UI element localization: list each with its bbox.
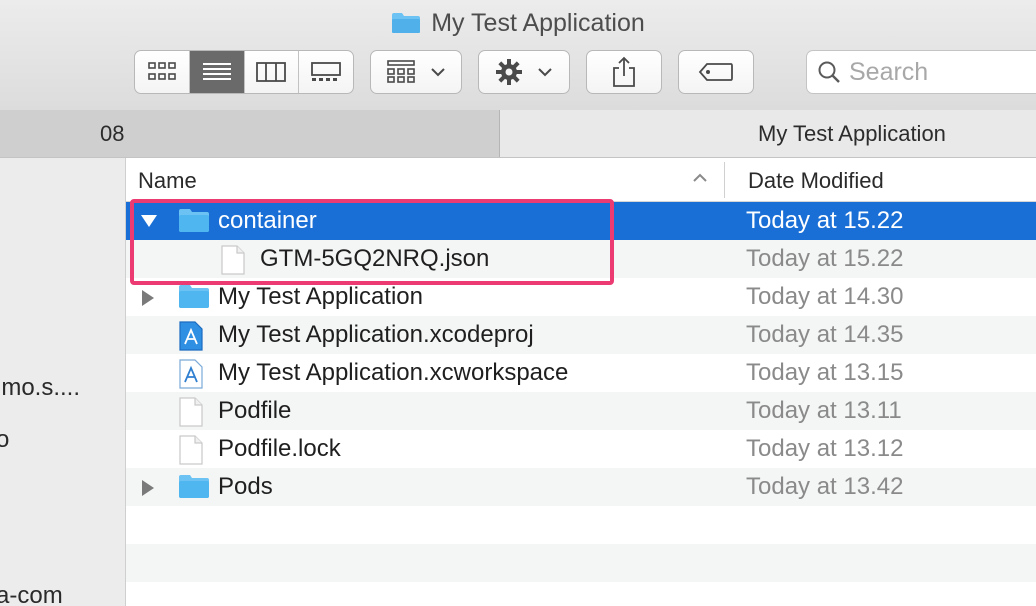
file-name: GTM-5GQ2NRQ.json — [260, 245, 490, 272]
xcode-project-icon — [178, 321, 204, 356]
list-view-button[interactable] — [189, 51, 245, 93]
sidebar: imo.s.... o a-com — [0, 158, 126, 606]
document-icon — [178, 435, 204, 470]
file-date-modified: Today at 15.22 — [746, 207, 904, 234]
file-date-modified: Today at 15.22 — [746, 245, 904, 272]
list-view-icon — [202, 63, 231, 80]
tag-button[interactable] — [678, 50, 754, 94]
file-date-modified: Today at 13.12 — [746, 435, 904, 462]
finder-toolbar: My Test Application — [0, 0, 1036, 111]
search-field[interactable] — [806, 50, 1036, 94]
file-row[interactable]: Pods Today at 13.42 — [126, 468, 1036, 506]
xcode-workspace-icon — [178, 359, 204, 394]
document-icon — [178, 397, 204, 432]
tab-08[interactable]: 08 — [0, 110, 500, 157]
tag-icon — [698, 63, 733, 81]
action-menu-button[interactable] — [478, 50, 570, 94]
sort-ascending-icon[interactable] — [692, 172, 708, 184]
chevron-down-icon — [431, 68, 445, 77]
file-name: Pods — [218, 473, 273, 500]
view-mode-control — [134, 50, 354, 94]
disclosure-collapsed-icon[interactable] — [140, 479, 156, 502]
chevron-down-icon — [538, 68, 552, 77]
share-icon — [613, 56, 635, 87]
folder-icon — [178, 207, 210, 238]
file-list: Name Date Modified container Today at 15.… — [126, 158, 1036, 606]
folder-icon — [392, 13, 421, 33]
window-title-bar: My Test Application — [0, 8, 1036, 38]
file-row[interactable]: Podfile.lock Today at 13.12 — [126, 430, 1036, 468]
tab-bar: 08 My Test Application — [0, 110, 1036, 158]
file-row[interactable]: GTM-5GQ2NRQ.json Today at 15.22 — [126, 240, 1036, 278]
sidebar-item[interactable]: o — [0, 426, 9, 454]
file-name: My Test Application — [218, 283, 423, 310]
file-date-modified: Today at 13.11 — [746, 397, 902, 424]
window-title: My Test Application — [431, 8, 645, 37]
icon-view-icon — [148, 62, 176, 80]
empty-row — [126, 506, 1036, 544]
empty-row — [126, 582, 1036, 606]
folder-icon — [178, 283, 210, 314]
sidebar-item[interactable]: a-com — [0, 582, 63, 606]
file-row[interactable]: My Test Application.xcworkspace Today at … — [126, 354, 1036, 392]
folder-icon — [178, 473, 210, 504]
tab-my-test-application[interactable]: My Test Application — [500, 110, 1036, 157]
icon-view-button[interactable] — [135, 51, 190, 93]
gallery-view-icon — [311, 62, 342, 81]
search-icon — [818, 61, 840, 83]
column-view-button[interactable] — [245, 51, 300, 93]
name-column-header[interactable]: Name — [138, 168, 197, 194]
file-date-modified: Today at 13.42 — [746, 473, 904, 500]
share-button[interactable] — [586, 50, 662, 94]
group-by-icon — [387, 60, 415, 83]
column-header: Name Date Modified — [126, 158, 1036, 202]
file-name: Podfile.lock — [218, 435, 341, 462]
document-icon — [220, 245, 246, 280]
tab-label: 08 — [100, 120, 125, 146]
file-name: container — [218, 207, 317, 234]
file-name: My Test Application.xcworkspace — [218, 359, 569, 386]
date-modified-column-header[interactable]: Date Modified — [748, 168, 884, 194]
tab-label: My Test Application — [758, 120, 946, 146]
column-view-icon — [256, 62, 287, 82]
disclosure-collapsed-icon[interactable] — [140, 289, 156, 312]
file-name: Podfile — [218, 397, 292, 424]
empty-row — [126, 544, 1036, 582]
sidebar-item[interactable]: imo.s.... — [0, 374, 80, 402]
file-row[interactable]: Podfile Today at 13.11 — [126, 392, 1036, 430]
disclosure-expanded-icon[interactable] — [140, 213, 158, 234]
column-divider[interactable] — [724, 162, 725, 198]
file-name: My Test Application.xcodeproj — [218, 321, 534, 348]
file-row[interactable]: container Today at 15.22 — [126, 202, 1036, 240]
search-input[interactable] — [849, 57, 1019, 87]
file-date-modified: Today at 13.15 — [746, 359, 904, 386]
file-date-modified: Today at 14.30 — [746, 283, 904, 310]
group-by-button[interactable] — [370, 50, 462, 94]
file-row[interactable]: My Test Application.xcodeproj Today at 14… — [126, 316, 1036, 354]
file-row[interactable]: My Test Application Today at 14.30 — [126, 278, 1036, 316]
gear-icon — [496, 59, 522, 85]
gallery-view-button[interactable] — [299, 51, 353, 93]
file-date-modified: Today at 14.35 — [746, 321, 904, 348]
